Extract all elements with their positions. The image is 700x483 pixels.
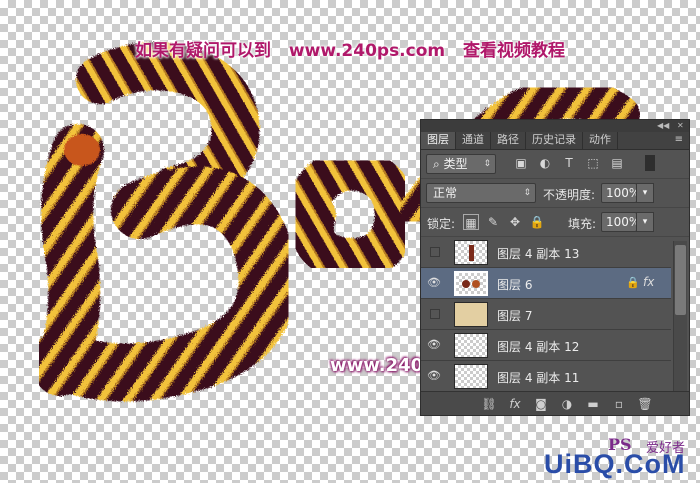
panel-bottom-bar: ⛓ fx ◙ ◑ ▬ ▫ 🗑 — [421, 391, 689, 415]
opacity-label: 不透明度: — [543, 188, 596, 202]
scrollbar-thumb[interactable] — [675, 245, 686, 315]
fill-input[interactable]: 100% ▾ — [601, 212, 654, 232]
layers-panel: ◀◀ ✕ 图层 通道 路径 历史记录 动作 ≡ ⌕ 类型 ⇕ ▣ ◐ T ⬚ ▤… — [420, 119, 690, 416]
smartobject-filter-icon[interactable]: ▤ — [609, 155, 625, 171]
blend-mode-value: 正常 — [433, 186, 458, 200]
layer-thumbnail — [454, 364, 488, 389]
lock-row: 锁定: ▦ ✎ ✥ 🔒 填充: 100% ▾ — [421, 208, 689, 237]
adjustment-icon[interactable]: ◑ — [559, 396, 575, 412]
layer-row[interactable]: 图层 4 副本 13 — [421, 237, 671, 268]
tab-history[interactable]: 历史记录 — [526, 132, 583, 149]
layer-name[interactable]: 图层 7 — [497, 307, 532, 324]
close-icon[interactable]: ✕ — [677, 120, 684, 132]
lock-icon: 🔒 — [626, 276, 640, 289]
layer-row[interactable]: 图层 7 — [421, 299, 671, 330]
panel-menu-icon[interactable]: ≡ — [675, 134, 683, 145]
collapse-icon[interactable]: ◀◀ — [657, 120, 669, 132]
lock-position-icon[interactable]: ✥ — [507, 214, 523, 230]
banner-prefix: 如果有疑问可以到 — [135, 41, 271, 61]
fx-menu-icon[interactable]: fx — [507, 396, 523, 412]
lock-all-icon[interactable]: 🔒 — [529, 214, 545, 230]
chevron-updown-icon: ⇕ — [523, 188, 531, 198]
link-icon[interactable]: ⛓ — [481, 396, 497, 412]
banner-url[interactable]: www.240ps.com — [289, 41, 445, 61]
group-folder-icon[interactable]: ▬ — [585, 396, 601, 412]
layer-row[interactable]: 👁 图层 4 副本 12 — [421, 330, 671, 361]
new-layer-icon[interactable]: ▫ — [611, 396, 627, 412]
fx-icon[interactable]: fx — [643, 275, 654, 289]
visibility-toggle[interactable] — [430, 309, 440, 319]
layer-list: 图层 4 副本 13 👁 图层 6 🔒 fx 图层 7 👁 图层 4 副本 12… — [421, 237, 671, 391]
chevron-updown-icon: ⇕ — [483, 159, 491, 169]
mask-icon[interactable]: ◙ — [533, 396, 549, 412]
lock-transparency-icon[interactable]: ▦ — [463, 214, 479, 230]
trash-icon[interactable]: 🗑 — [637, 396, 653, 412]
layer-thumbnail — [454, 271, 488, 296]
opacity-input[interactable]: 100% ▾ — [601, 183, 654, 203]
shape-filter-icon[interactable]: ⬚ — [585, 155, 601, 171]
letter-e-shape — [284, 148, 417, 280]
layer-row[interactable]: 👁 图层 4 副本 11 — [421, 361, 671, 391]
filter-toggle-icon[interactable] — [645, 155, 655, 171]
tab-channels[interactable]: 通道 — [456, 132, 491, 149]
chevron-down-icon[interactable]: ▾ — [636, 212, 654, 232]
pixel-filter-icon[interactable]: ▣ — [513, 155, 529, 171]
fill-label: 填充: — [568, 217, 597, 231]
eye-icon[interactable]: 👁 — [427, 276, 441, 290]
layer-thumbnail — [454, 240, 488, 265]
layer-name[interactable]: 图层 6 — [497, 276, 532, 293]
lock-label: 锁定: — [427, 217, 456, 231]
blend-row: 正常 ⇕ 不透明度: 100% ▾ — [421, 179, 689, 208]
layer-name[interactable]: 图层 4 副本 13 — [497, 245, 579, 262]
tab-layers[interactable]: 图层 — [421, 132, 456, 149]
search-icon: ⌕ — [433, 157, 444, 171]
layer-thumbnail — [454, 333, 488, 358]
tab-paths[interactable]: 路径 — [491, 132, 526, 149]
adjustment-filter-icon[interactable]: ◐ — [537, 155, 553, 171]
tutorial-banner: 如果有疑问可以到 www.240ps.com 查看视频教程 — [135, 36, 565, 61]
eye-icon[interactable]: 👁 — [427, 338, 441, 352]
eye-icon[interactable]: 👁 — [427, 369, 441, 383]
layer-thumbnail — [454, 302, 488, 327]
tab-actions[interactable]: 动作 — [583, 132, 618, 149]
layer-thumb-art — [469, 245, 474, 261]
chevron-down-icon[interactable]: ▾ — [636, 183, 654, 203]
lock-pixels-icon[interactable]: ✎ — [485, 214, 501, 230]
filter-type-select[interactable]: ⌕ 类型 ⇕ — [426, 154, 496, 174]
banner-suffix: 查看视频教程 — [463, 41, 566, 61]
layer-scrollbar[interactable] — [673, 241, 687, 391]
logo-site: UiBQ.CoM — [544, 449, 686, 479]
site-logo: PS 爱好者 UiBQ.CoM — [522, 435, 692, 479]
layer-name[interactable]: 图层 4 副本 11 — [497, 369, 579, 386]
visibility-toggle[interactable] — [430, 247, 440, 257]
layer-thumb-art — [462, 280, 480, 288]
layer-row-selected[interactable]: 👁 图层 6 🔒 fx — [421, 268, 671, 299]
layer-name[interactable]: 图层 4 副本 12 — [497, 338, 579, 355]
letter-b-shape — [31, 42, 297, 402]
blend-mode-select[interactable]: 正常 ⇕ — [426, 183, 536, 203]
filter-type-label: 类型 — [443, 157, 468, 171]
panel-tabs: 图层 通道 路径 历史记录 动作 ≡ — [421, 132, 689, 150]
filter-row: ⌕ 类型 ⇕ ▣ ◐ T ⬚ ▤ — [421, 150, 689, 179]
panel-title-bar[interactable]: ◀◀ ✕ — [421, 120, 689, 132]
type-filter-icon[interactable]: T — [561, 155, 577, 171]
